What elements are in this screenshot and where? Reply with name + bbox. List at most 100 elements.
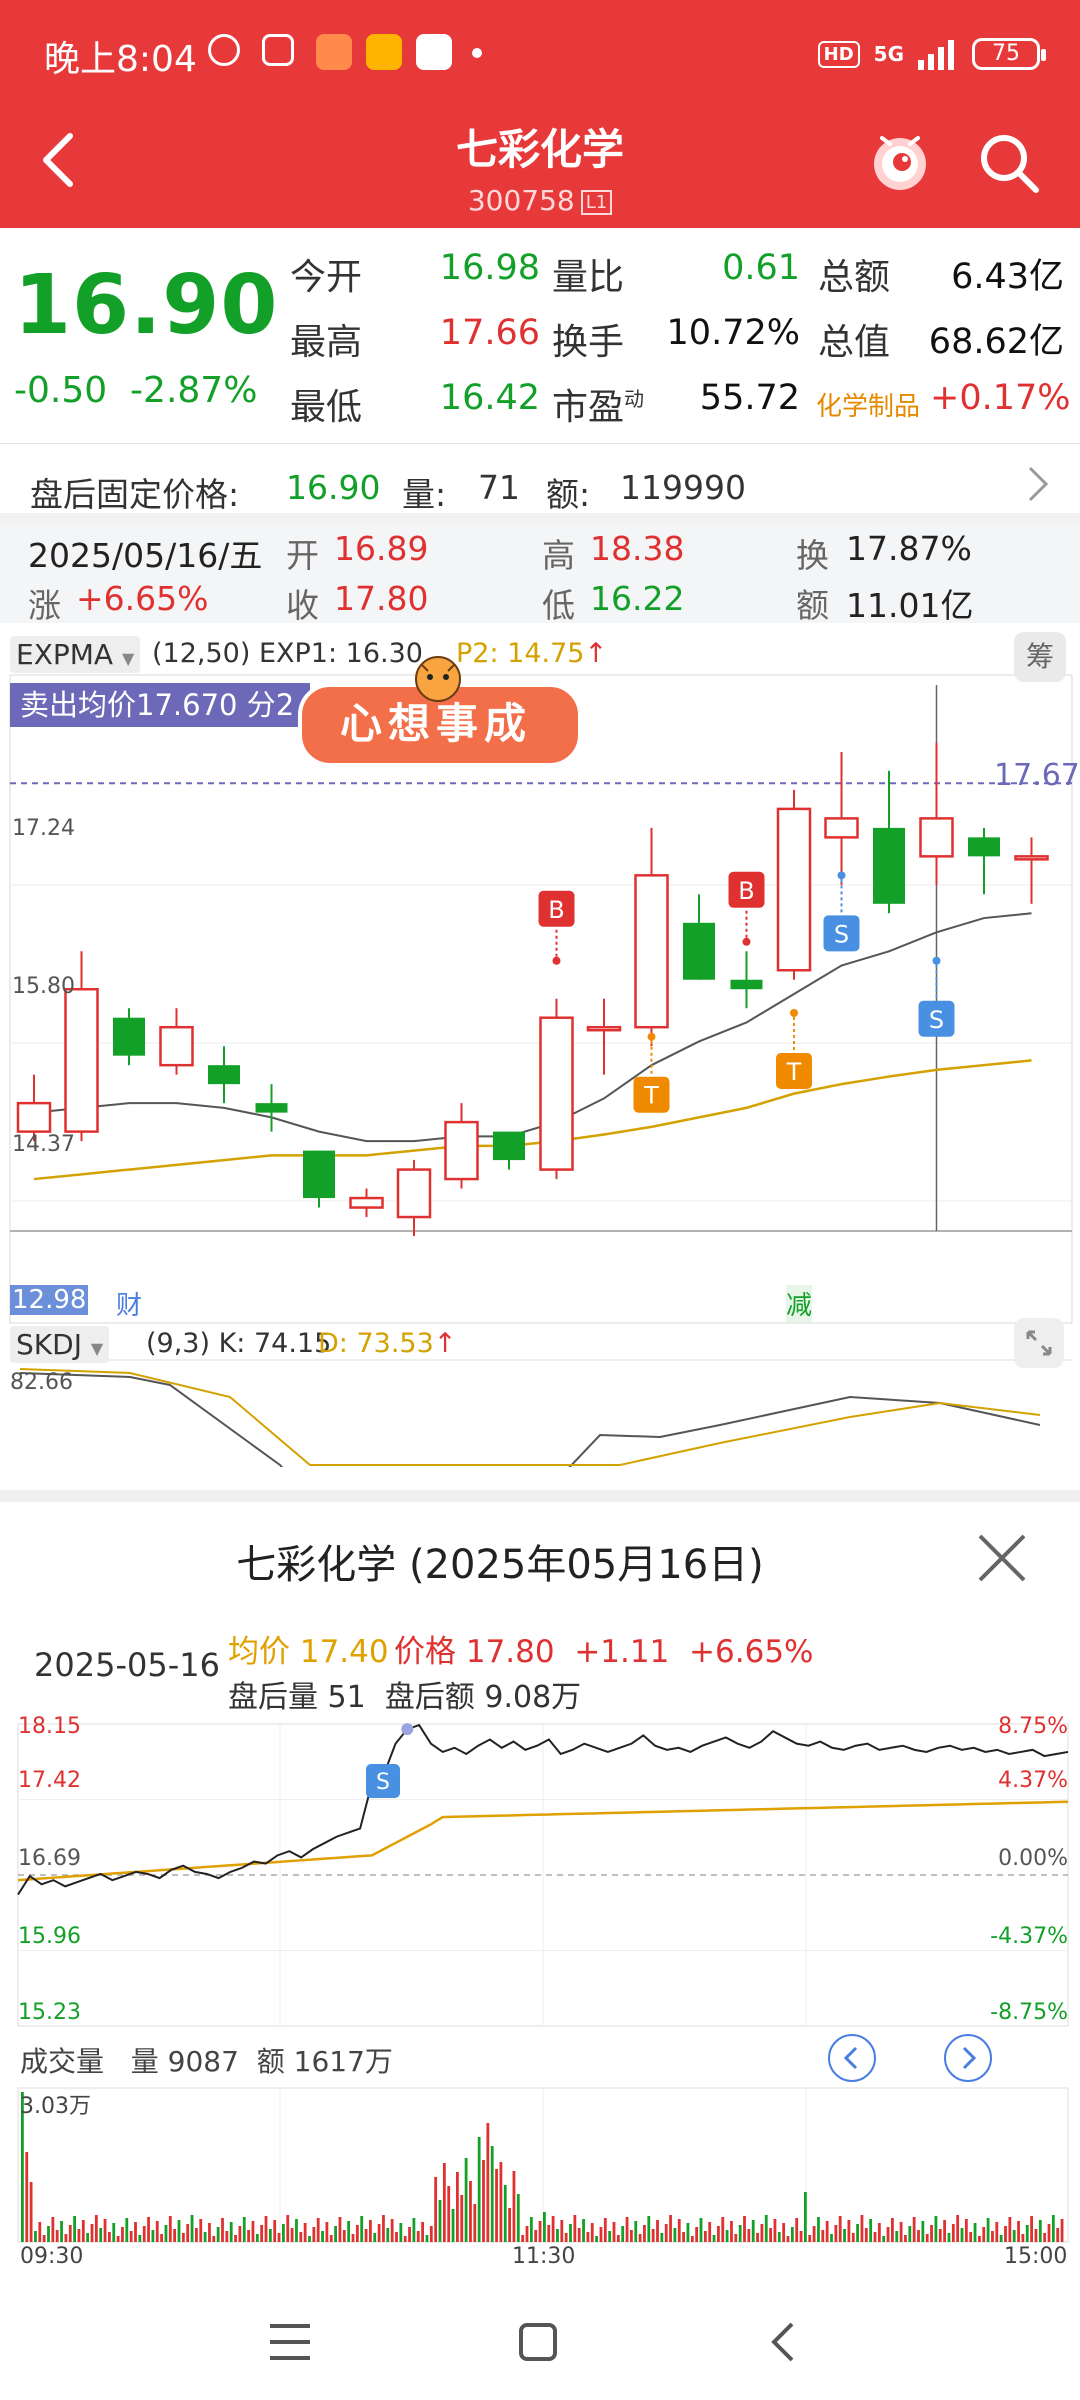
- search-icon[interactable]: [976, 130, 1042, 196]
- volume-bar: [190, 2215, 194, 2242]
- volume-bar: [247, 2230, 250, 2242]
- marker-cai: 财: [116, 1291, 143, 1321]
- menu-icon[interactable]: [268, 2322, 312, 2362]
- volume-bar: [703, 2231, 707, 2242]
- expand-icon[interactable]: [1014, 1318, 1064, 1368]
- volume-bar: [986, 2218, 990, 2242]
- volume-bar: [29, 2182, 33, 2242]
- volume-bar: [255, 2234, 259, 2242]
- signal-icon: [918, 40, 954, 70]
- volume-bar: [851, 2233, 855, 2242]
- volume-bar: [634, 2221, 638, 2242]
- volume-bar: [973, 2223, 977, 2242]
- kdj-y-top: 82.66: [10, 1370, 73, 1395]
- volume-bar: [682, 2232, 685, 2242]
- candle-body: [113, 1017, 145, 1056]
- volume-bar: [734, 2234, 738, 2242]
- volume-bar: [251, 2221, 255, 2242]
- volume-bar: [77, 2229, 81, 2242]
- quote-panel: 16.90 -0.50 -2.87% 今开 16.98 量比 0.61 总额 6…: [0, 228, 1080, 443]
- chip-distribution-button[interactable]: 筹: [1014, 632, 1066, 682]
- volume-bar: [951, 2224, 955, 2242]
- value-turnover-rate: 10.72%: [666, 313, 800, 353]
- intraday-date: 2025-05-16: [34, 1646, 220, 1684]
- volume-bar: [834, 2225, 838, 2242]
- volume-bar: [229, 2222, 233, 2242]
- volume-bar: [556, 2229, 559, 2242]
- volume-bar: [786, 2236, 790, 2242]
- volume-bar: [656, 2220, 659, 2242]
- iy-left-2: 17.42: [18, 1768, 81, 1793]
- back-nav-icon[interactable]: [768, 2320, 798, 2364]
- volume-bar: [112, 2223, 116, 2242]
- volume-bar: [812, 2226, 816, 2242]
- kdj-dropdown[interactable]: SKDJ ▼: [10, 1326, 110, 1363]
- label-pe: 市盈动: [552, 378, 644, 430]
- battery-icon: 75: [972, 38, 1046, 70]
- volume-bar: [138, 2235, 142, 2242]
- volume-bar: [869, 2219, 873, 2242]
- volume-bar: [268, 2229, 272, 2242]
- volume-bar: [155, 2221, 159, 2242]
- iy-right-1: 8.75%: [998, 1714, 1068, 1739]
- next-day-icon[interactable]: [942, 2032, 994, 2084]
- prev-day-icon[interactable]: [826, 2032, 878, 2084]
- volume-bar: [877, 2223, 881, 2242]
- volume-bar: [403, 2236, 407, 2242]
- signal-b1-dot: [552, 956, 561, 965]
- volume-bar: [434, 2177, 438, 2242]
- volume-bar: [560, 2220, 564, 2242]
- volume-bar: [695, 2227, 699, 2242]
- indicator-dropdown[interactable]: EXPMA ▼: [10, 636, 141, 673]
- after-hours-row[interactable]: 盘后固定价格: 16.90 量: 71 额: 119990: [0, 443, 1080, 523]
- volume-bar: [142, 2226, 146, 2242]
- volume-bar: [81, 2220, 85, 2242]
- chevron-right-icon[interactable]: [1026, 464, 1050, 504]
- intraday-chart[interactable]: S: [0, 1708, 1080, 2268]
- volume-bar: [199, 2219, 203, 2242]
- volume-bar: [451, 2209, 455, 2242]
- volume-bar: [543, 2212, 546, 2242]
- volume-bar: [369, 2220, 372, 2242]
- volume-bar: [630, 2230, 633, 2242]
- iy-right-4: -4.37%: [990, 1924, 1068, 1949]
- volume-bar: [103, 2219, 107, 2242]
- volume-bar: [195, 2228, 198, 2242]
- candle-body: [919, 817, 954, 858]
- candle-body: [586, 1025, 622, 1032]
- volume-bar: [969, 2232, 973, 2242]
- price-change: -0.50 -2.87%: [14, 370, 257, 411]
- volume-bar: [651, 2229, 655, 2242]
- volume-bar: [582, 2219, 585, 2242]
- home-icon[interactable]: [518, 2322, 558, 2362]
- volume-bar: [282, 2224, 285, 2242]
- volume-bar: [208, 2223, 211, 2242]
- top-bar: 晚上8:04 HD 5G 75 七彩化学 300758 L1: [0, 0, 1080, 228]
- volume-bar: [873, 2232, 877, 2242]
- volume-bar: [603, 2218, 607, 2242]
- change-value: -0.50: [14, 370, 108, 411]
- volume-bar: [982, 2227, 986, 2242]
- volume-bar: [930, 2225, 933, 2242]
- volume-bar: [469, 2181, 472, 2242]
- value-sector[interactable]: +0.17%: [930, 378, 1071, 418]
- volume-bar: [316, 2218, 320, 2242]
- signal-t1-label: T: [643, 1082, 659, 1110]
- robot-icon[interactable]: [868, 126, 932, 196]
- indicator-name: EXPMA: [16, 638, 114, 671]
- volume-bar: [260, 2225, 264, 2242]
- label-turnover-rate: 换手: [552, 322, 625, 363]
- volume-bar: [55, 2230, 59, 2242]
- value-high: 17.66: [439, 313, 540, 353]
- label-sector[interactable]: 化学制品: [816, 386, 920, 423]
- volume-bar: [1056, 2228, 1060, 2242]
- volume-bar: [891, 2218, 894, 2242]
- volume-bar: [238, 2226, 242, 2242]
- volume-bar: [569, 2224, 572, 2242]
- volume-bar: [373, 2233, 377, 2242]
- marker-jian: 减: [786, 1285, 813, 1322]
- label-pe-sup: 动: [624, 387, 645, 411]
- volume-bar: [1047, 2224, 1051, 2242]
- close-icon[interactable]: [972, 1528, 1032, 1588]
- volume-bar: [1008, 2217, 1012, 2242]
